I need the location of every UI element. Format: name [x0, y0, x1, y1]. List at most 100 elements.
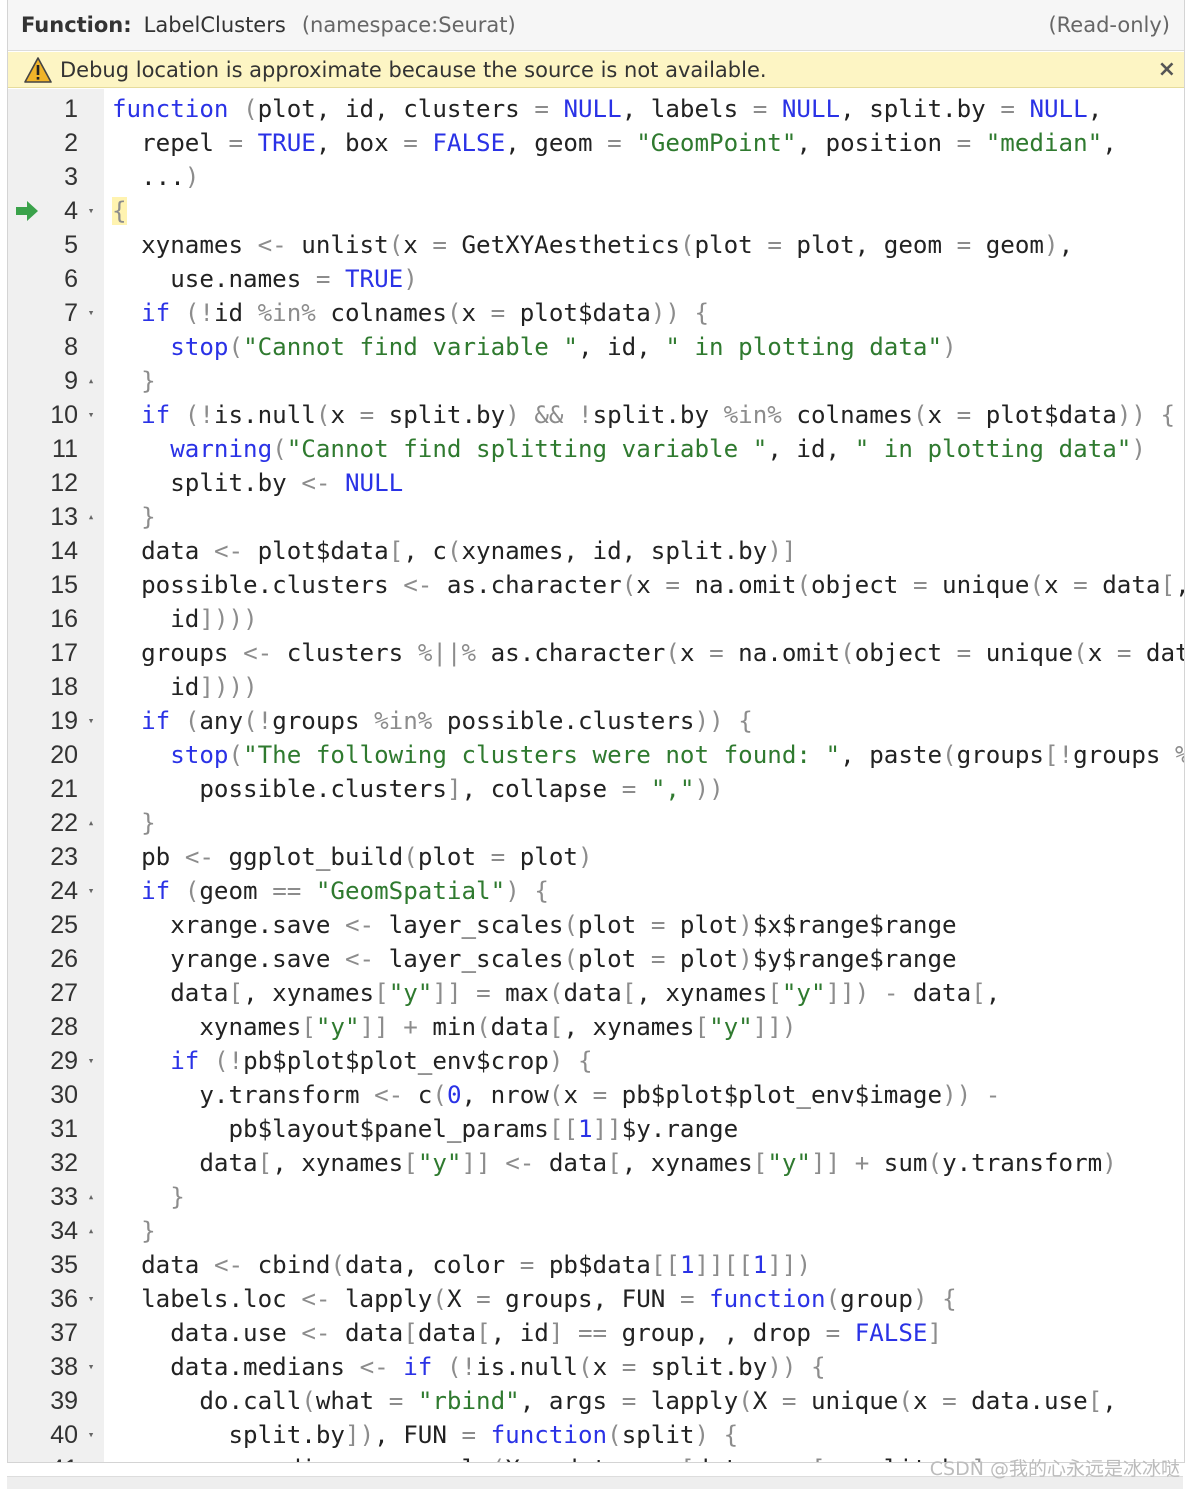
code-text: id]))) [112, 605, 258, 633]
code-line: 31 pb$layout$panel_params[[1]]$y.range [8, 1112, 1184, 1146]
code-text: warning("Cannot find splitting variable … [170, 435, 1146, 463]
line-number[interactable]: 12 [8, 466, 78, 500]
code-line: 23 pb <- ggplot_build(plot = plot) [8, 840, 1184, 874]
code-line: 24 ▾ if (geom == "GeomSpatial") { [8, 874, 1184, 908]
code-line: 5 xynames <- unlist(x = GetXYAesthetics(… [8, 228, 1184, 262]
function-name: LabelClusters [143, 13, 286, 37]
code-text: { [112, 197, 127, 225]
source-viewer-pane: Function: LabelClusters (namespace:Seura… [7, 0, 1185, 1463]
line-number[interactable]: 8 [8, 330, 78, 364]
fold-up-icon[interactable]: ▴ [84, 364, 98, 398]
line-number[interactable]: 37 [8, 1316, 78, 1350]
function-label: Function: [21, 13, 132, 37]
close-icon[interactable]: × [1158, 57, 1176, 82]
code-line: 19 ▾ if (any(!groups %in% possible.cluste… [8, 704, 1184, 738]
code-text: possible.clusters <- as.character(x = na… [112, 571, 1184, 599]
fold-down-icon[interactable]: ▾ [84, 296, 98, 330]
line-number[interactable]: 31 [8, 1112, 78, 1146]
line-number[interactable]: 38 [8, 1350, 78, 1384]
code-text: function (plot, id, clusters = NULL, lab… [112, 95, 1103, 123]
fold-down-icon[interactable]: ▾ [84, 704, 98, 738]
line-number[interactable]: 32 [8, 1146, 78, 1180]
fold-up-icon[interactable]: ▴ [84, 500, 98, 534]
code-text: } [141, 1217, 156, 1245]
code-text: xynames <- unlist(x = GetXYAesthetics(pl… [112, 231, 1074, 259]
line-number[interactable]: 19 [8, 704, 78, 738]
fold-up-icon[interactable]: ▴ [84, 806, 98, 840]
line-number[interactable]: 41 [8, 1452, 78, 1462]
line-number[interactable]: 27 [8, 976, 78, 1010]
line-number[interactable]: 5 [8, 228, 78, 262]
warning-triangle-icon [24, 56, 52, 83]
code-text: pb <- ggplot_build(plot = plot) [112, 843, 593, 871]
line-number[interactable]: 13 [8, 500, 78, 534]
line-number[interactable]: 6 [8, 262, 78, 296]
line-number[interactable]: 15 [8, 568, 78, 602]
line-number[interactable]: 17 [8, 636, 78, 670]
code-line: 36 ▾ labels.loc <- lapply(X = groups, FUN… [8, 1282, 1184, 1316]
line-number[interactable]: 16 [8, 602, 78, 636]
line-number[interactable]: 9 [8, 364, 78, 398]
line-number[interactable]: 10 [8, 398, 78, 432]
line-number[interactable]: 40 [8, 1418, 78, 1452]
line-number[interactable]: 30 [8, 1078, 78, 1112]
line-number[interactable]: 25 [8, 908, 78, 942]
code-line: 21 possible.clusters], collapse = ",")) [8, 772, 1184, 806]
code-text: data <- cbind(data, color = pb$data[[1]]… [112, 1251, 811, 1279]
line-number[interactable]: 18 [8, 670, 78, 704]
code-text: id]))) [112, 673, 258, 701]
line-number[interactable]: 11 [8, 432, 78, 466]
code-text: data <- plot$data[, c(xynames, id, split… [112, 537, 797, 565]
fold-down-icon[interactable]: ▾ [84, 1044, 98, 1078]
code-text: if (any(!groups %in% possible.clusters))… [141, 707, 753, 735]
line-number[interactable]: 1 [8, 92, 78, 126]
line-number[interactable]: 34 [8, 1214, 78, 1248]
line-number[interactable]: 20 [8, 738, 78, 772]
read-only-badge: (Read-only) [1048, 13, 1170, 37]
code-line: 32 data[, xynames["y"]] <- data[, xyname… [8, 1146, 1184, 1180]
fold-down-icon[interactable]: ▾ [84, 1350, 98, 1384]
fold-down-icon[interactable]: ▾ [84, 1282, 98, 1316]
code-text: xynames["y"]] + min(data[, xynames["y"]]… [112, 1013, 797, 1041]
code-line: 13 ▴ } [8, 500, 1184, 534]
line-number[interactable]: 2 [8, 126, 78, 160]
code-text: data[, xynames["y"]] = max(data[, xyname… [112, 979, 1001, 1007]
fold-down-icon[interactable]: ▾ [84, 874, 98, 908]
code-line: 40 ▾ split.by]), FUN = function(split) { [8, 1418, 1184, 1452]
code-line: 3 ...) [8, 160, 1184, 194]
line-number[interactable]: 23 [8, 840, 78, 874]
code-text: split.by <- NULL [112, 469, 404, 497]
code-line: 7 ▾ if (!id %in% colnames(x = plot$data))… [8, 296, 1184, 330]
code-line: 14 data <- plot$data[, c(xynames, id, sp… [8, 534, 1184, 568]
fold-down-icon[interactable]: ▾ [84, 398, 98, 432]
line-number[interactable]: 21 [8, 772, 78, 806]
line-number[interactable]: 36 [8, 1282, 78, 1316]
line-number[interactable]: 39 [8, 1384, 78, 1418]
title-bar: Function: LabelClusters (namespace:Seura… [8, 0, 1184, 51]
fold-down-icon[interactable]: ▾ [84, 194, 98, 228]
line-number[interactable]: 33 [8, 1180, 78, 1214]
line-number[interactable]: 3 [8, 160, 78, 194]
code-text: data.medians <- if (!is.null(x = split.b… [112, 1353, 826, 1381]
code-line: 17 groups <- clusters %||% as.character(… [8, 636, 1184, 670]
code-editor[interactable]: 1 function (plot, id, clusters = NULL, la… [8, 89, 1184, 1462]
code-text: use.names = TRUE) [112, 265, 418, 293]
code-text: repel = TRUE, box = FALSE, geom = "GeomP… [112, 129, 1117, 157]
code-line: 6 use.names = TRUE) [8, 262, 1184, 296]
line-number[interactable]: 7 [8, 296, 78, 330]
line-number[interactable]: 14 [8, 534, 78, 568]
fold-up-icon[interactable]: ▴ [84, 1214, 98, 1248]
line-number[interactable]: 24 [8, 874, 78, 908]
code-line: 27 data[, xynames["y"]] = max(data[, xyn… [8, 976, 1184, 1010]
line-number[interactable]: 22 [8, 806, 78, 840]
fold-down-icon[interactable]: ▾ [84, 1418, 98, 1452]
fold-up-icon[interactable]: ▴ [84, 1180, 98, 1214]
line-number[interactable]: 29 [8, 1044, 78, 1078]
code-text: if (!pb$plot$plot_env$crop) { [170, 1047, 593, 1075]
line-number[interactable]: 26 [8, 942, 78, 976]
line-number[interactable]: 35 [8, 1248, 78, 1282]
code-text: do.call(what = "rbind", args = lapply(X … [112, 1387, 1117, 1415]
line-number[interactable]: 28 [8, 1010, 78, 1044]
code-text: possible.clusters], collapse = ",")) [112, 775, 724, 803]
code-text: xrange.save <- layer_scales(plot = plot)… [112, 911, 957, 939]
